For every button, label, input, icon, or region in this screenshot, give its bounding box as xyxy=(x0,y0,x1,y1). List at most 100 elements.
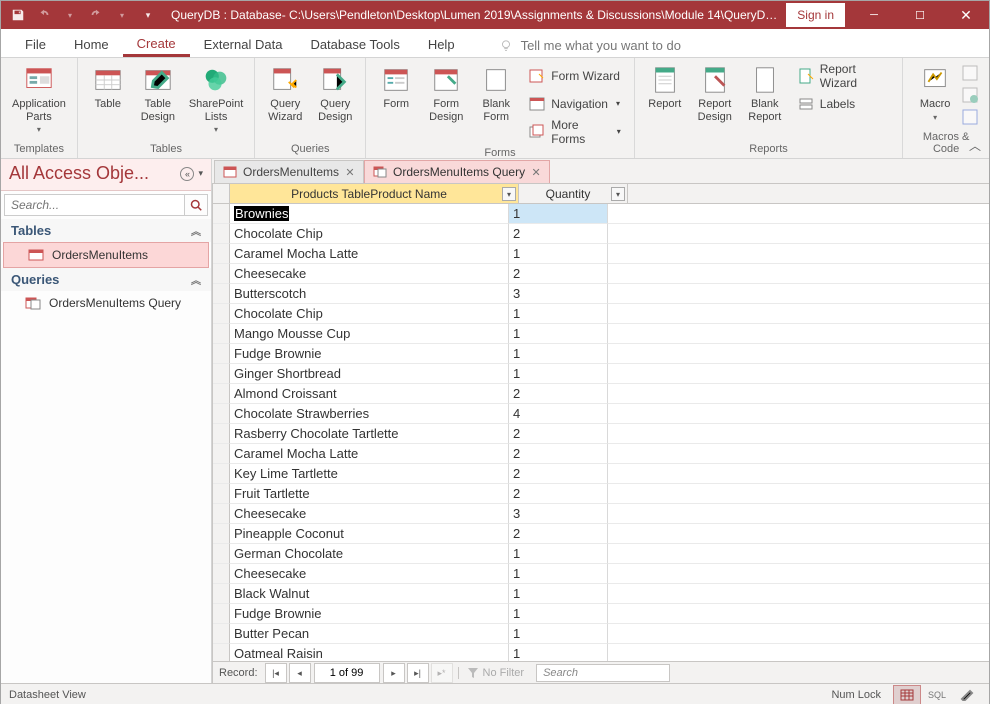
table-row[interactable]: Cheesecake3 xyxy=(213,504,989,524)
form-button[interactable]: Form xyxy=(372,60,420,115)
nav-item-ordersmenuitems[interactable]: OrdersMenuItems xyxy=(3,242,209,268)
row-selector[interactable] xyxy=(213,484,230,504)
cell-quantity[interactable]: 3 xyxy=(509,504,608,524)
table-row[interactable]: Chocolate Strawberries4 xyxy=(213,404,989,424)
cell-product-name[interactable]: Fudge Brownie xyxy=(230,604,509,624)
cell-product-name[interactable]: Black Walnut xyxy=(230,584,509,604)
design-view-button[interactable] xyxy=(953,685,981,704)
no-filter-indicator[interactable]: No Filter xyxy=(458,667,533,679)
more-forms-button[interactable]: More Forms▾ xyxy=(522,118,628,145)
table-row[interactable]: Ginger Shortbread1 xyxy=(213,364,989,384)
table-row[interactable]: Chocolate Chip2 xyxy=(213,224,989,244)
row-selector[interactable] xyxy=(213,644,230,661)
save-icon[interactable] xyxy=(7,4,29,26)
row-selector[interactable] xyxy=(213,244,230,264)
redo-icon[interactable] xyxy=(85,4,107,26)
cell-quantity[interactable]: 2 xyxy=(509,424,608,444)
table-row[interactable]: Fudge Brownie1 xyxy=(213,604,989,624)
datasheet-view-button[interactable] xyxy=(893,685,921,704)
cell-product-name[interactable]: Oatmeal Raisin xyxy=(230,644,509,661)
cell-product-name[interactable]: Ginger Shortbread xyxy=(230,364,509,384)
row-selector[interactable] xyxy=(213,344,230,364)
cell-product-name[interactable]: Chocolate Chip xyxy=(230,224,509,244)
nav-pane-header[interactable]: All Access Obje... «▾ xyxy=(1,159,211,191)
report-button[interactable]: Report xyxy=(641,60,689,115)
cell-quantity[interactable]: 2 xyxy=(509,524,608,544)
form-wizard-button[interactable]: Form Wizard xyxy=(522,62,628,89)
qat-customize-icon[interactable]: ▾ xyxy=(137,4,159,26)
doc-tab-ordersmenuitems[interactable]: OrdersMenuItems ✕ xyxy=(214,160,364,183)
minimize-button[interactable]: ─ xyxy=(851,1,897,29)
cell-product-name[interactable]: Rasberry Chocolate Tartlette xyxy=(230,424,509,444)
cell-quantity[interactable]: 1 xyxy=(509,344,608,364)
report-design-button[interactable]: Report Design xyxy=(691,60,739,127)
table-row[interactable]: Pineapple Coconut2 xyxy=(213,524,989,544)
query-design-button[interactable]: Query Design xyxy=(311,60,359,127)
row-selector[interactable] xyxy=(213,524,230,544)
cell-quantity[interactable]: 1 xyxy=(509,244,608,264)
maximize-button[interactable]: ☐ xyxy=(897,1,943,29)
cell-product-name[interactable]: Mango Mousse Cup xyxy=(230,324,509,344)
row-selector[interactable] xyxy=(213,624,230,644)
module-icon[interactable] xyxy=(961,64,981,84)
cell-quantity[interactable]: 1 xyxy=(509,644,608,661)
tab-file[interactable]: File xyxy=(11,31,60,57)
query-wizard-button[interactable]: Query Wizard xyxy=(261,60,309,127)
row-selector[interactable] xyxy=(213,504,230,524)
tab-help[interactable]: Help xyxy=(414,31,469,57)
row-selector[interactable] xyxy=(213,204,230,224)
application-parts-button[interactable]: Application Parts ▾ xyxy=(7,60,71,138)
blank-report-button[interactable]: Blank Report xyxy=(741,60,789,127)
grid-search-input[interactable] xyxy=(536,664,670,682)
cell-product-name[interactable]: Almond Croissant xyxy=(230,384,509,404)
cell-product-name[interactable]: Cheesecake xyxy=(230,264,509,284)
cell-quantity[interactable]: 1 xyxy=(509,364,608,384)
cell-product-name[interactable]: Key Lime Tartlette xyxy=(230,464,509,484)
new-record-button[interactable]: ▸* xyxy=(431,663,453,683)
table-row[interactable]: Oatmeal Raisin1 xyxy=(213,644,989,661)
tell-me-box[interactable]: Tell me what you want to do xyxy=(469,38,691,57)
table-row[interactable]: Cheesecake1 xyxy=(213,564,989,584)
tab-create[interactable]: Create xyxy=(123,30,190,57)
table-row[interactable]: Butter Pecan1 xyxy=(213,624,989,644)
close-button[interactable]: ✕ xyxy=(943,1,989,29)
table-row[interactable]: Mango Mousse Cup1 xyxy=(213,324,989,344)
cell-quantity[interactable]: 1 xyxy=(509,204,608,224)
row-selector[interactable] xyxy=(213,364,230,384)
cell-quantity[interactable]: 2 xyxy=(509,464,608,484)
cell-product-name[interactable]: Caramel Mocha Latte xyxy=(230,244,509,264)
table-row[interactable]: Brownies1 xyxy=(213,204,989,224)
class-module-icon[interactable] xyxy=(961,86,981,106)
cell-quantity[interactable]: 1 xyxy=(509,584,608,604)
table-row[interactable]: Caramel Mocha Latte2 xyxy=(213,444,989,464)
cell-product-name[interactable]: Chocolate Chip xyxy=(230,304,509,324)
blank-form-button[interactable]: Blank Form xyxy=(472,60,520,127)
row-selector[interactable] xyxy=(213,304,230,324)
cell-product-name[interactable]: Fruit Tartlette xyxy=(230,484,509,504)
tab-database-tools[interactable]: Database Tools xyxy=(296,31,413,57)
cell-product-name[interactable]: Chocolate Strawberries xyxy=(230,404,509,424)
first-record-button[interactable]: |◂ xyxy=(265,663,287,683)
table-row[interactable]: Rasberry Chocolate Tartlette2 xyxy=(213,424,989,444)
nav-search-input[interactable] xyxy=(5,195,184,215)
cell-product-name[interactable]: Cheesecake xyxy=(230,564,509,584)
close-tab-icon[interactable]: ✕ xyxy=(531,167,541,177)
select-all-cell[interactable] xyxy=(213,184,230,204)
nav-collapse-icon[interactable]: « xyxy=(180,167,194,181)
nav-section-queries[interactable]: Queries︽ xyxy=(1,268,211,291)
caret-down-icon[interactable]: ▾ xyxy=(59,4,81,26)
row-selector[interactable] xyxy=(213,404,230,424)
cell-product-name[interactable]: Butterscotch xyxy=(230,284,509,304)
table-row[interactable]: German Chocolate1 xyxy=(213,544,989,564)
row-selector[interactable] xyxy=(213,284,230,304)
table-row[interactable]: Cheesecake2 xyxy=(213,264,989,284)
grid-body[interactable]: Brownies1Chocolate Chip2Caramel Mocha La… xyxy=(213,204,989,661)
table-design-button[interactable]: Table Design xyxy=(134,60,182,127)
cell-quantity[interactable]: 1 xyxy=(509,544,608,564)
cell-product-name[interactable]: Fudge Brownie xyxy=(230,344,509,364)
table-row[interactable]: Fruit Tartlette2 xyxy=(213,484,989,504)
column-header-quantity[interactable]: Quantity▾ xyxy=(519,184,628,204)
undo-icon[interactable] xyxy=(33,4,55,26)
collapse-ribbon-button[interactable]: ︿ xyxy=(969,137,981,154)
row-selector[interactable] xyxy=(213,564,230,584)
